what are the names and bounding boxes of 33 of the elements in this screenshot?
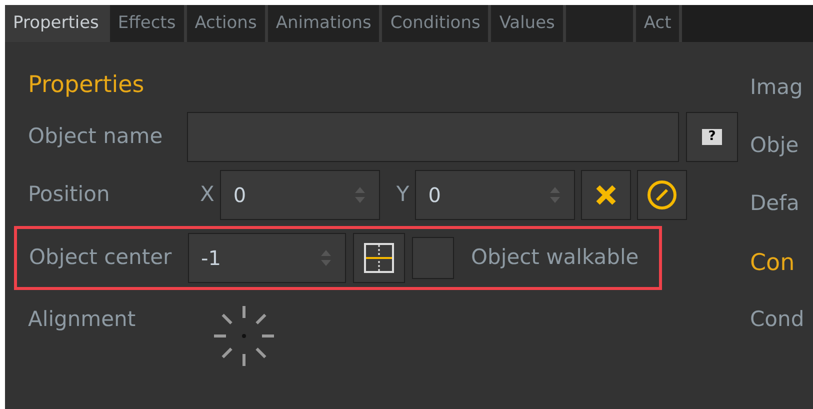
tab[interactable]: Act: [636, 5, 682, 42]
tab[interactable]: Properties: [5, 5, 110, 42]
tab[interactable]: Actions: [186, 5, 268, 42]
checkbox-label: Object walkable: [471, 244, 639, 272]
field-label: Cond: [750, 306, 806, 333]
field-label: Imag: [750, 74, 804, 101]
tab[interactable]: Animations: [268, 5, 382, 42]
object-name-field[interactable]: [187, 112, 679, 162]
field-label: Obje: [750, 132, 800, 159]
center-lines-icon: [363, 242, 395, 274]
center-button[interactable]: [353, 233, 405, 283]
compass-icon: [646, 179, 678, 211]
field-label: Position: [28, 181, 111, 208]
field-label: Object name: [28, 123, 164, 150]
section-heading: Con: [750, 249, 796, 278]
compass-button[interactable]: [637, 170, 688, 220]
field-label: X: [200, 181, 214, 208]
tab[interactable]: Effects: [110, 5, 187, 42]
field-label: Y: [396, 181, 410, 208]
section-heading: Properties: [27, 71, 146, 100]
close-icon: [595, 184, 618, 206]
tab[interactable]: [566, 5, 636, 42]
field-label: Object center: [29, 244, 173, 272]
y-spin-field[interactable]: 0: [415, 170, 576, 220]
field-label: Defa: [750, 190, 800, 217]
x-spin-field[interactable]: 0: [220, 170, 380, 220]
help-button[interactable]: ?: [686, 112, 738, 162]
walkable-checkbox[interactable]: [412, 237, 454, 279]
reset-button[interactable]: [581, 170, 632, 220]
field-label: Alignment: [28, 306, 137, 333]
tab[interactable]: Conditions: [382, 5, 492, 42]
center-spin-field[interactable]: -1: [188, 233, 346, 283]
tab[interactable]: Values: [491, 5, 566, 42]
